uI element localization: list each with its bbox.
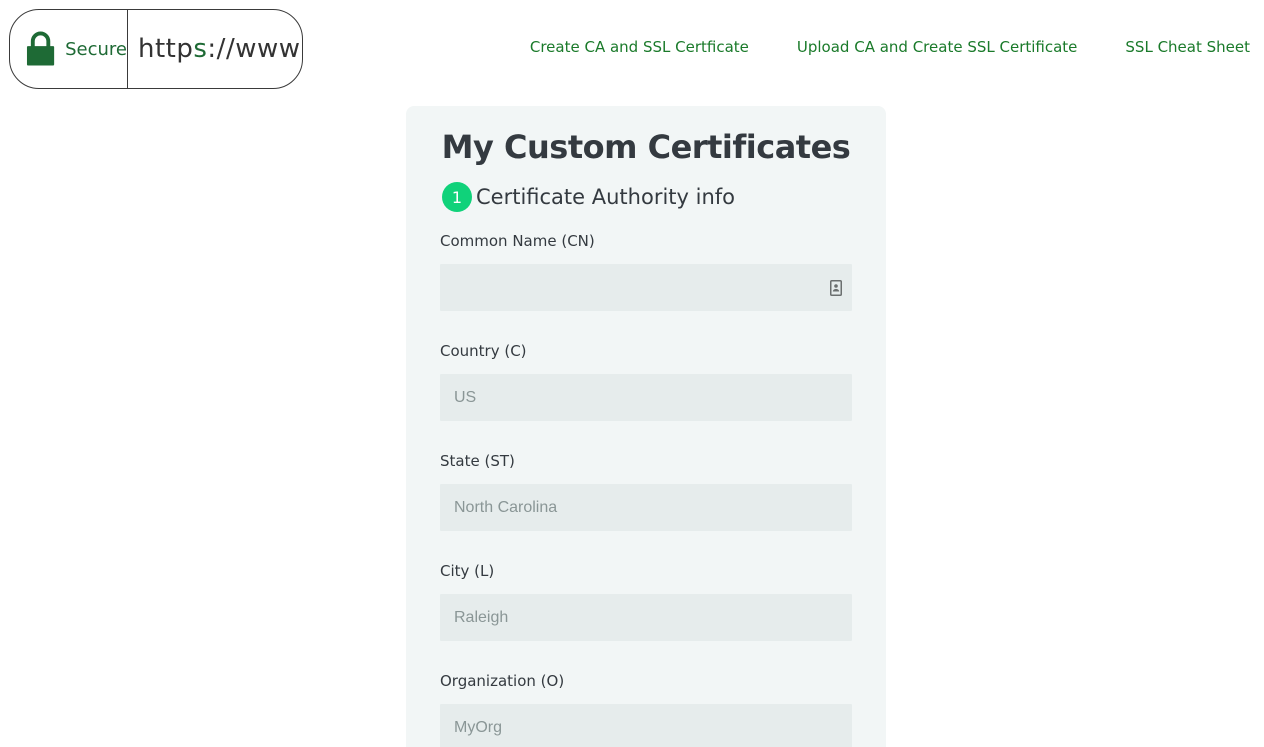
step-number-badge: 1 bbox=[442, 182, 472, 212]
city-input-wrap bbox=[440, 594, 852, 641]
country-input-wrap bbox=[440, 374, 852, 421]
field-organization: Organization (O) bbox=[440, 672, 852, 747]
country-label: Country (C) bbox=[440, 342, 527, 360]
contact-card-icon[interactable] bbox=[830, 280, 842, 296]
state-input[interactable] bbox=[440, 484, 852, 531]
organization-label: Organization (O) bbox=[440, 672, 565, 690]
country-input[interactable] bbox=[440, 374, 852, 421]
logo-url-rest: ://www bbox=[207, 34, 301, 64]
logo-secure-text: Secure bbox=[65, 38, 127, 60]
field-country: Country (C) bbox=[440, 342, 852, 421]
logo-url-prefix: http bbox=[138, 34, 194, 64]
organization-input-wrap bbox=[440, 704, 852, 747]
city-input[interactable] bbox=[440, 594, 852, 641]
certificate-form-card: My Custom Certificates 1 Certificate Aut… bbox=[406, 106, 886, 747]
common-name-input[interactable] bbox=[440, 264, 852, 311]
state-input-wrap bbox=[440, 484, 852, 531]
common-name-label: Common Name (CN) bbox=[440, 232, 595, 250]
field-common-name: Common Name (CN) bbox=[440, 232, 852, 311]
page-title: My Custom Certificates bbox=[441, 128, 851, 166]
logo-secure-section: Secure bbox=[10, 10, 128, 88]
field-state: State (ST) bbox=[440, 452, 852, 531]
nav-ssl-cheat-sheet-link[interactable]: SSL Cheat Sheet bbox=[1125, 38, 1250, 56]
organization-input[interactable] bbox=[440, 704, 852, 747]
field-city: City (L) bbox=[440, 562, 852, 641]
lock-icon bbox=[26, 31, 55, 66]
logo-url-text: https://www bbox=[128, 34, 301, 64]
top-nav: Create CA and SSL Certficate Upload CA a… bbox=[530, 38, 1250, 56]
site-logo[interactable]: Secure https://www bbox=[9, 9, 303, 89]
city-label: City (L) bbox=[440, 562, 495, 580]
page: Secure https://www Create CA and SSL Cer… bbox=[0, 0, 1264, 747]
common-name-input-wrap bbox=[440, 264, 852, 311]
step-header: 1 Certificate Authority info bbox=[442, 182, 735, 212]
nav-upload-ca-link[interactable]: Upload CA and Create SSL Certificate bbox=[797, 38, 1078, 56]
logo-url-s: s bbox=[193, 34, 208, 64]
state-label: State (ST) bbox=[440, 452, 515, 470]
nav-create-ca-link[interactable]: Create CA and SSL Certficate bbox=[530, 38, 749, 56]
step-title: Certificate Authority info bbox=[476, 185, 736, 209]
